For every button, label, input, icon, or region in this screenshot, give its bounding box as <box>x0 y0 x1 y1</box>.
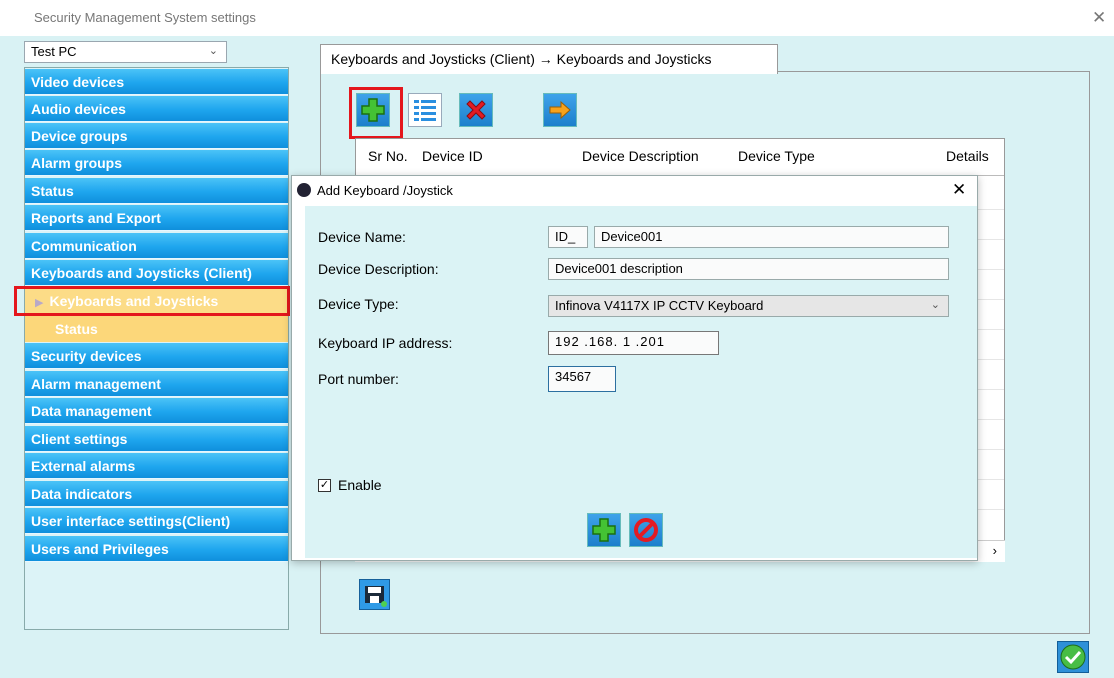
nav-subitem-status[interactable]: Status <box>25 316 288 342</box>
nav-item-device-groups[interactable]: Device groups <box>25 123 288 149</box>
nav-subitem-keyboards-joysticks[interactable]: ▶ Keyboards and Joysticks <box>25 288 288 314</box>
save-button[interactable] <box>359 579 390 610</box>
device-type-select[interactable]: Infinova V4117X IP CCTV Keyboard ⌄ <box>548 295 949 317</box>
pc-select-value: Test PC <box>31 44 77 59</box>
window-title: Security Management System settings <box>34 10 256 25</box>
dialog-add-button[interactable] <box>587 513 621 547</box>
nav-item-keyboards-joysticks-client[interactable]: Keyboards and Joysticks (Client) <box>25 260 288 286</box>
device-name-label: Device Name: <box>318 229 406 245</box>
chevron-down-icon: ⌄ <box>930 299 940 311</box>
column-header-device-description[interactable]: Device Description <box>582 148 699 164</box>
enable-label: Enable <box>338 477 382 493</box>
close-icon[interactable]: ✕ <box>1092 8 1106 28</box>
port-number-input[interactable]: 34567 <box>548 366 616 392</box>
keyboard-ip-input[interactable]: 192 .168. 1 .201 <box>548 331 719 355</box>
nav-item-data-management[interactable]: Data management <box>25 398 288 424</box>
delete-button[interactable] <box>459 93 493 127</box>
delete-icon <box>466 100 486 120</box>
column-header-device-id[interactable]: Device ID <box>422 148 483 164</box>
nav-item-user-interface-settings[interactable]: User interface settings(Client) <box>25 508 288 534</box>
enable-checkbox[interactable]: ✓ <box>318 479 331 492</box>
column-header-sr-no[interactable]: Sr No. <box>368 148 408 164</box>
device-name-prefix: ID_ <box>548 226 588 248</box>
nav-item-video-devices[interactable]: Video devices <box>25 69 288 95</box>
column-header-device-type[interactable]: Device Type <box>738 148 815 164</box>
ok-button[interactable] <box>1057 641 1089 673</box>
list-button[interactable] <box>408 93 442 127</box>
cancel-icon <box>634 518 658 542</box>
nav-item-external-alarms[interactable]: External alarms <box>25 453 288 479</box>
nav-item-alarm-groups[interactable]: Alarm groups <box>25 150 288 176</box>
add-icon <box>361 98 385 122</box>
arrow-right-icon <box>549 100 571 120</box>
pc-select-dropdown[interactable]: Test PC ⌄ <box>24 41 227 63</box>
chevron-right-icon[interactable]: › <box>993 543 997 558</box>
nav-item-reports-export[interactable]: Reports and Export <box>25 205 288 231</box>
settings-nav: Video devices Audio devices Device group… <box>24 67 289 630</box>
export-button[interactable] <box>543 93 577 127</box>
add-button[interactable] <box>356 93 390 127</box>
nav-subitem-label: Keyboards and Joysticks <box>49 293 219 309</box>
list-icon <box>414 100 436 121</box>
dialog-cancel-button[interactable] <box>629 513 663 547</box>
dialog-title: Add Keyboard /Joystick <box>317 183 453 198</box>
device-description-input[interactable]: Device001 description <box>548 258 949 280</box>
device-name-input[interactable]: Device001 <box>594 226 949 248</box>
device-type-value: Infinova V4117X IP CCTV Keyboard <box>555 298 764 313</box>
nav-item-data-indicators[interactable]: Data indicators <box>25 481 288 507</box>
add-icon <box>592 518 616 542</box>
floppy-disk-icon <box>359 579 390 610</box>
checkmark-icon <box>1057 641 1089 673</box>
nav-item-audio-devices[interactable]: Audio devices <box>25 96 288 122</box>
nav-item-users-privileges[interactable]: Users and Privileges <box>25 536 288 562</box>
nav-item-client-settings[interactable]: Client settings <box>25 426 288 452</box>
nav-item-alarm-management[interactable]: Alarm management <box>25 371 288 397</box>
device-description-label: Device Description: <box>318 261 439 277</box>
nav-item-status[interactable]: Status <box>25 178 288 204</box>
nav-item-security-devices[interactable]: Security devices <box>25 343 288 369</box>
nav-item-communication[interactable]: Communication <box>25 233 288 259</box>
tab-keyboards-joysticks[interactable]: Keyboards and Joysticks (Client) → Keybo… <box>320 44 778 74</box>
column-header-details[interactable]: Details <box>946 148 989 164</box>
close-icon[interactable]: ✕ <box>952 180 966 200</box>
chevron-down-icon: ⌄ <box>208 45 218 57</box>
triangle-right-icon: ▶ <box>35 297 44 309</box>
port-number-label: Port number: <box>318 371 399 387</box>
app-icon <box>297 183 311 197</box>
device-type-label: Device Type: <box>318 296 399 312</box>
keyboard-ip-label: Keyboard IP address: <box>318 335 453 351</box>
